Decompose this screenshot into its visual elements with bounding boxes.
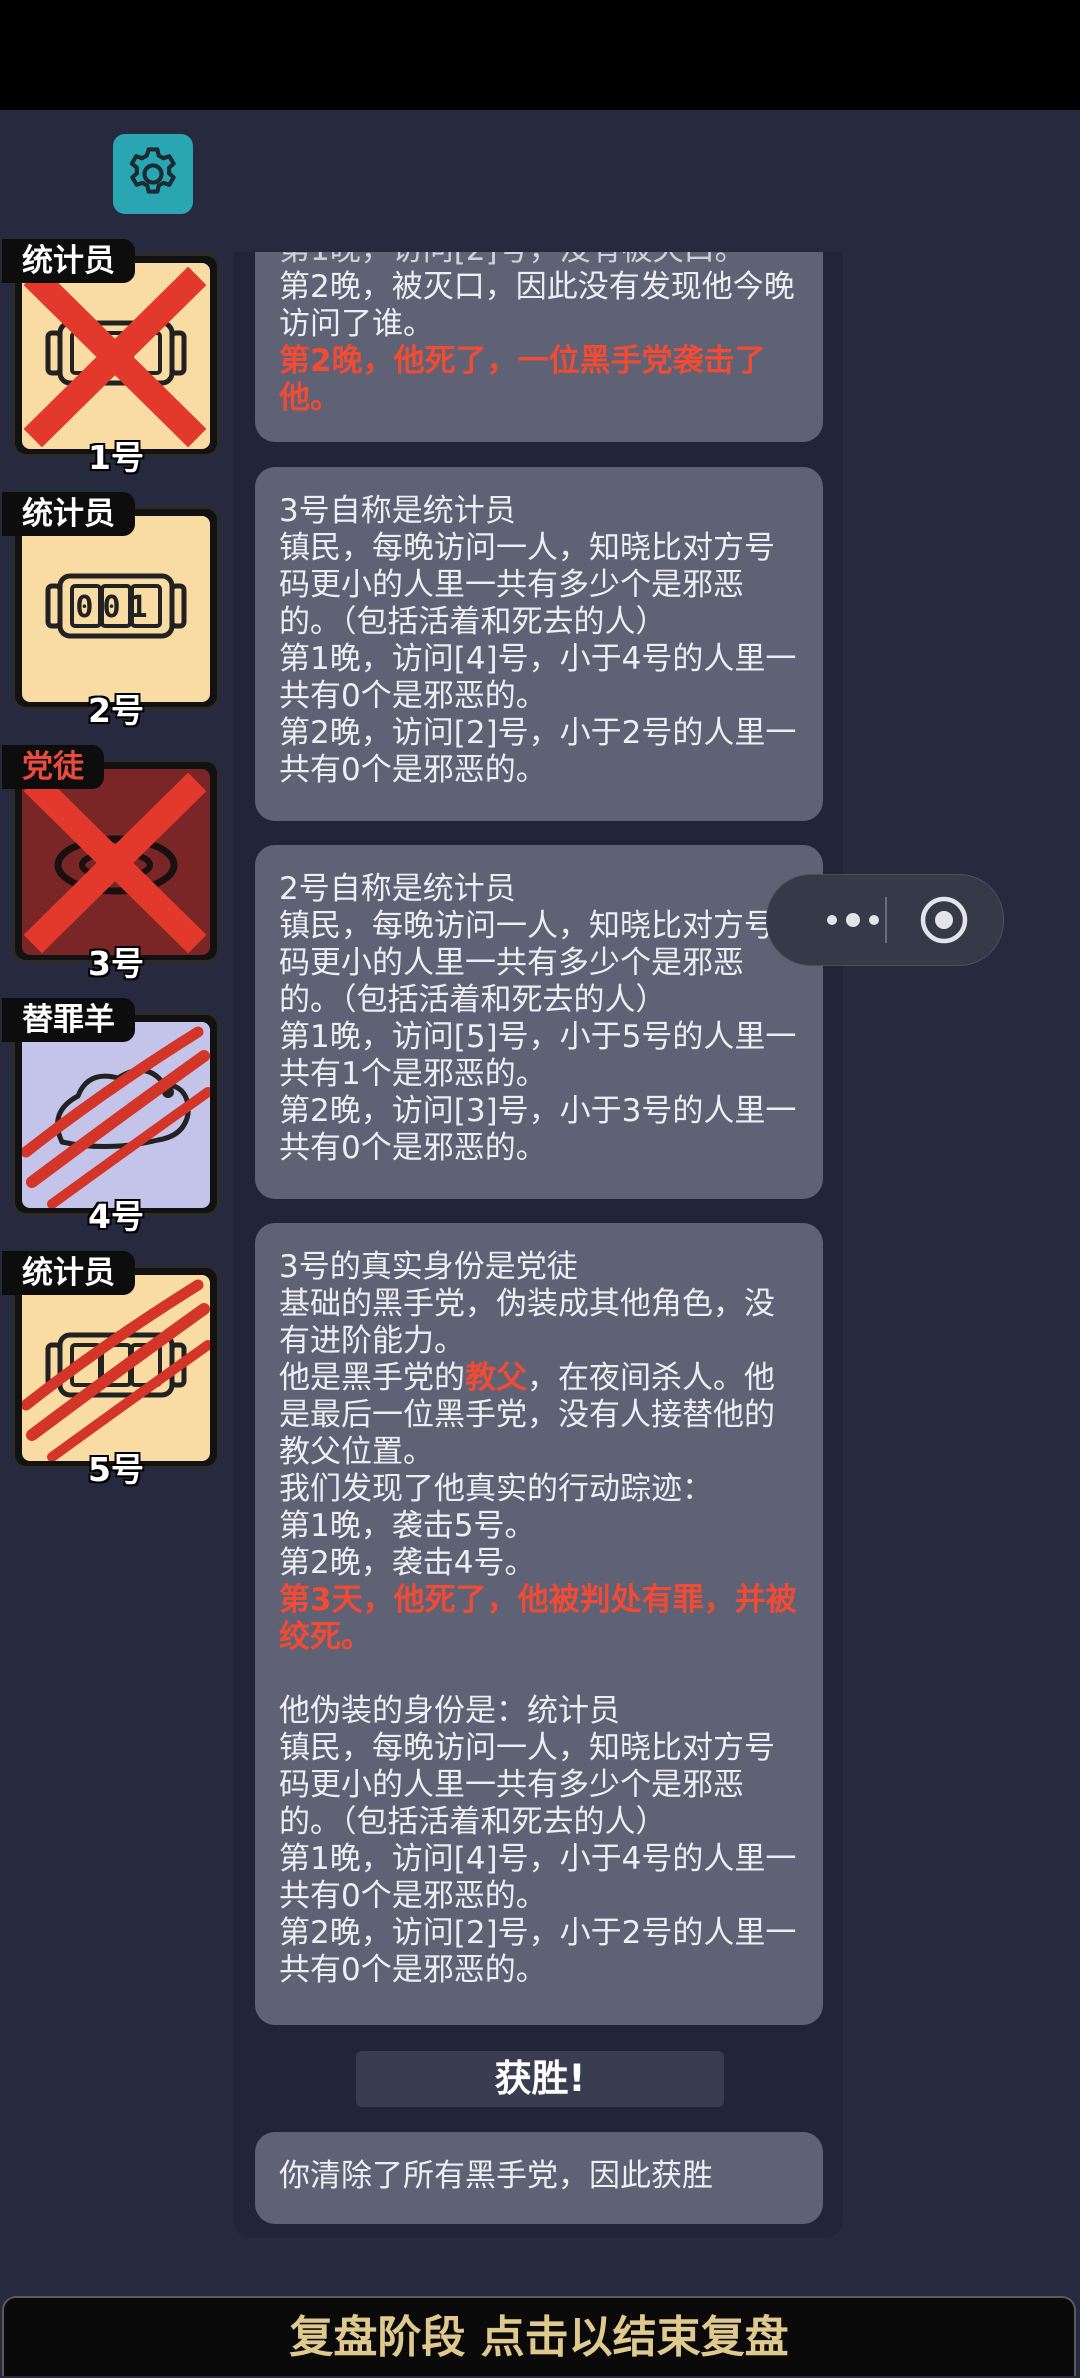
- result-card: 你清除了所有黑手党，因此获胜: [255, 2132, 823, 2224]
- log-card-claim-2: 2号自称是统计员 镇民，每晚访问一人，知晓比对方号码更小的人里一共有多少个是邪恶…: [255, 845, 823, 1199]
- portrait: [22, 769, 210, 955]
- victory-label: 获胜!: [356, 2051, 724, 2107]
- cross-mark-icon: [23, 772, 207, 954]
- counter-digits: 001: [75, 590, 156, 625]
- claim-title: 3号自称是统计员: [279, 493, 516, 529]
- trace-line: 第1晚，袭击5号。: [279, 1508, 536, 1544]
- role-tag: 统计员: [2, 492, 135, 536]
- portrait: 001: [22, 516, 210, 702]
- role-description: 镇民，每晚访问一人，知晓比对方号码更小的人里一共有多少个是邪恶的。（包括活着和死…: [279, 1730, 775, 1840]
- night-line: 第2晚，访问[3]号，小于3号的人里一共有0个是邪恶的。: [279, 1093, 797, 1166]
- close-target-button[interactable]: [919, 895, 969, 945]
- log-line: 第2晚，被灭口，因此没有发现他今晚访问了谁。: [279, 269, 795, 342]
- player-number: 2号: [88, 691, 144, 730]
- more-button[interactable]: [803, 899, 903, 941]
- claw-mark-icon: [22, 1279, 210, 1461]
- player-card-2[interactable]: 001 统计员 2号: [2, 492, 220, 730]
- portrait: [22, 1275, 210, 1461]
- status-bar: [0, 0, 1080, 110]
- divider: [885, 897, 887, 943]
- reveal-title: 3号的真实身份是党徒: [279, 1249, 578, 1285]
- godfather-line: 他是黑手党的教父，在夜间杀人。他是最后一位黑手党，没有人接替他的教父位置。: [279, 1360, 799, 1471]
- night-line: 第1晚，访问[4]号，小于4号的人里一共有0个是邪恶的。: [279, 641, 797, 714]
- dot-icon: [846, 913, 860, 927]
- role-description: 基础的黑手党，伪装成其他角色，没有进阶能力。: [279, 1286, 775, 1359]
- counter-icon: 001: [45, 573, 187, 639]
- role-tag: 统计员: [2, 239, 135, 283]
- dot-icon: [827, 915, 837, 925]
- claw-mark-icon: [22, 1026, 210, 1208]
- role-description: 镇民，每晚访问一人，知晓比对方号码更小的人里一共有多少个是邪恶的。（包括活着和死…: [279, 530, 775, 640]
- claim-title: 2号自称是统计员: [279, 871, 516, 907]
- night-line: 第2晚，访问[2]号，小于2号的人里一共有0个是邪恶的。: [279, 715, 797, 788]
- death-line: 第3天，他死了，他被判处有罪，并被绞死。: [279, 1582, 797, 1655]
- trace-intro: 我们发现了他真实的行动踪迹：: [279, 1471, 713, 1507]
- player-card-3[interactable]: 党徒 3号: [2, 745, 220, 983]
- miniprogram-capsule: [766, 874, 1004, 966]
- log-line: 第1晚，访问[2]号，没有被灭口。: [279, 252, 799, 269]
- dot-icon: [869, 915, 879, 925]
- portrait: [22, 263, 210, 449]
- player-number: 1号: [88, 438, 144, 477]
- night-line: 第1晚，访问[5]号，小于5号的人里一共有1个是邪恶的。: [279, 1019, 797, 1092]
- role-description: 镇民，每晚访问一人，知晓比对方号码更小的人里一共有多少个是邪恶的。（包括活着和死…: [279, 908, 775, 1018]
- role-tag: 统计员: [2, 1251, 135, 1295]
- portrait: [22, 1022, 210, 1208]
- cross-mark-icon: [23, 266, 207, 448]
- godfather-pre: 他是黑手党的: [279, 1360, 465, 1396]
- target-icon: [920, 896, 968, 944]
- player-card-1[interactable]: 统计员 1号: [2, 239, 220, 477]
- night-line: 第2晚，访问[2]号，小于2号的人里一共有0个是邪恶的。: [279, 1915, 797, 1988]
- replay-log-panel[interactable]: 第1晚，访问[2]号，没有被灭口。 第2晚，被灭口，因此没有发现他今晚访问了谁。…: [233, 252, 843, 2238]
- death-line: 第2晚，他死了，一位黑手党袭击了他。: [279, 343, 766, 416]
- night-line: 第1晚，访问[4]号，小于4号的人里一共有0个是邪恶的。: [279, 1841, 797, 1914]
- settings-button[interactable]: [113, 134, 193, 214]
- trace-line: 第2晚，袭击4号。: [279, 1545, 536, 1581]
- end-replay-button[interactable]: 复盘阶段 点击以结束复盘: [2, 2296, 1076, 2376]
- player-number: 3号: [88, 944, 144, 983]
- log-card-player-1: 第1晚，访问[2]号，没有被灭口。 第2晚，被灭口，因此没有发现他今晚访问了谁。…: [255, 252, 823, 442]
- log-card-claim-3: 3号自称是统计员 镇民，每晚访问一人，知晓比对方号码更小的人里一共有多少个是邪恶…: [255, 467, 823, 821]
- log-card-reveal-3: 3号的真实身份是党徒 基础的黑手党，伪装成其他角色，没有进阶能力。 他是黑手党的…: [255, 1223, 823, 2025]
- player-number: 5号: [88, 1450, 144, 1489]
- result-text: 你清除了所有黑手党，因此获胜: [279, 2158, 713, 2194]
- gear-icon: [129, 147, 176, 194]
- player-number: 4号: [88, 1197, 144, 1236]
- player-card-5[interactable]: 统计员 5号: [2, 1251, 220, 1489]
- disguise-title: 他伪装的身份是：统计员: [279, 1693, 620, 1729]
- player-card-4[interactable]: 替罪羊 4号: [2, 998, 220, 1236]
- role-tag: 党徒: [2, 745, 104, 789]
- godfather-word: 教父: [465, 1360, 527, 1396]
- role-tag: 替罪羊: [2, 998, 135, 1042]
